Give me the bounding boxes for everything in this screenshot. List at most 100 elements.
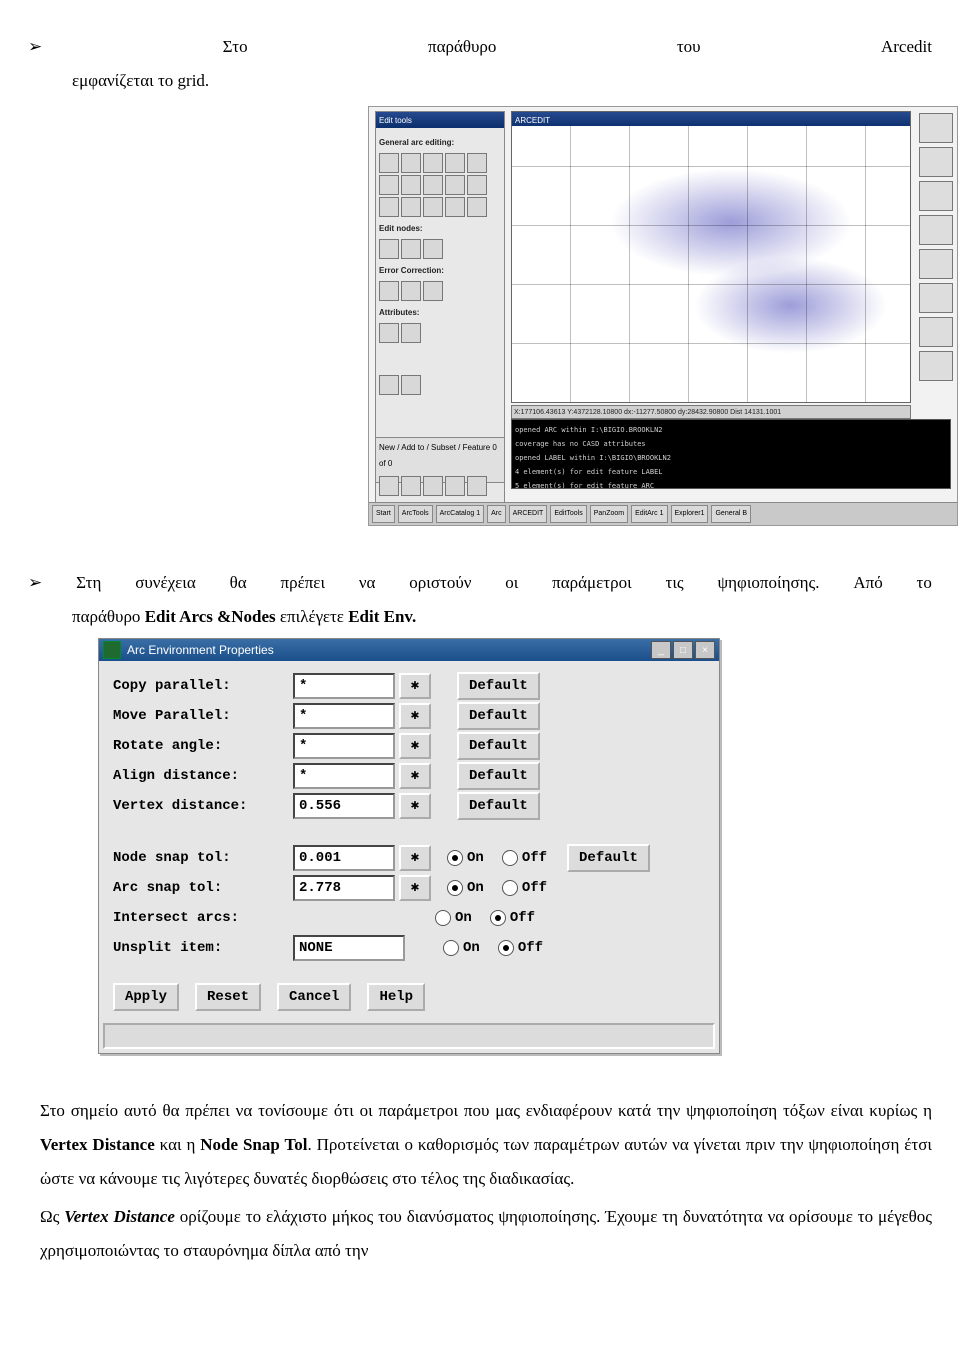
taskbar-button[interactable]: General B [711,505,751,523]
panzoom-button[interactable] [919,215,953,245]
reset-button[interactable]: Reset [195,983,261,1011]
tool-button[interactable] [423,175,443,195]
tool-button[interactable] [423,153,443,173]
radio-node-off[interactable] [502,850,518,866]
tool-button[interactable] [401,197,421,217]
crosshair-button[interactable]: ✱ [399,875,431,901]
panzoom-button[interactable] [919,249,953,279]
help-button[interactable]: Help [367,983,425,1011]
cursor-button[interactable] [445,476,465,496]
default-button[interactable]: Default [457,762,540,790]
radio-unsplit-on[interactable] [443,940,459,956]
radio-intersect-on[interactable] [435,910,451,926]
map-canvas[interactable] [512,126,910,402]
tool-button[interactable] [401,323,421,343]
tool-button[interactable] [445,175,465,195]
panzoom-button[interactable] [919,351,953,381]
input-align-distance[interactable]: * [293,763,395,789]
default-button[interactable]: Default [457,792,540,820]
taskbar-button[interactable]: PanZoom [590,505,628,523]
tool-button[interactable] [379,239,399,259]
p2-w: οριστούν [409,566,471,600]
taskbar-button[interactable]: Arc [487,505,506,523]
label-copy-parallel: Copy parallel: [113,672,293,700]
label-intersect-arcs: Intersect arcs: [113,904,293,932]
bp1-a: Στο σημείο αυτό θα πρέπει να τονίσουμε ό… [40,1101,932,1120]
tool-button[interactable] [423,281,443,301]
radio-unsplit-off[interactable] [498,940,514,956]
tool-button[interactable] [379,175,399,195]
p2-w: να [359,566,376,600]
radio-node-on[interactable] [447,850,463,866]
radio-label-on: On [467,874,484,902]
crosshair-button[interactable]: ✱ [399,733,431,759]
taskbar-button[interactable]: ArcTools [398,505,433,523]
tool-button[interactable] [401,175,421,195]
tool-button[interactable] [401,239,421,259]
taskbar-button[interactable]: ARCEDIT [509,505,548,523]
taskbar-button[interactable]: Start [372,505,395,523]
tool-button[interactable] [379,323,399,343]
taskbar-button[interactable]: Explorer1 [671,505,709,523]
tool-button[interactable] [445,153,465,173]
panzoom-button[interactable] [919,283,953,313]
input-rotate-angle[interactable]: * [293,733,395,759]
default-button[interactable]: Default [457,702,540,730]
cursor-button[interactable] [423,476,443,496]
panzoom-button[interactable] [919,317,953,347]
input-copy-parallel[interactable]: * [293,673,395,699]
default-button[interactable]: Default [457,732,540,760]
maximize-button[interactable]: □ [673,641,693,659]
crosshair-button[interactable]: ✱ [399,793,431,819]
cursor-button[interactable] [401,476,421,496]
tool-button[interactable] [467,153,487,173]
crosshair-button[interactable]: ✱ [399,673,431,699]
crosshair-button[interactable]: ✱ [399,703,431,729]
taskbar-button[interactable]: EditArc 1 [631,505,667,523]
cursor-button[interactable] [467,476,487,496]
panzoom-button[interactable] [919,147,953,177]
tool-button[interactable] [401,153,421,173]
radio-arc-off[interactable] [502,880,518,896]
radio-intersect-off[interactable] [490,910,506,926]
input-vertex-distance[interactable]: 0.556 [293,793,395,819]
panzoom-button[interactable] [919,113,953,143]
input-move-parallel[interactable]: * [293,703,395,729]
default-button[interactable]: Default [457,672,540,700]
tool-button[interactable] [401,375,421,395]
taskbar-button[interactable]: EditTools [550,505,586,523]
bp2-bold-vertex: Vertex Distance [64,1207,175,1226]
taskbar-button[interactable]: ArcCatalog 1 [436,505,484,523]
cursor-button[interactable] [379,476,399,496]
minimize-button[interactable]: _ [651,641,671,659]
tool-button[interactable] [423,239,443,259]
apply-button[interactable]: Apply [113,983,179,1011]
default-button[interactable]: Default [567,844,650,872]
tool-button[interactable] [379,197,399,217]
tool-button[interactable] [379,281,399,301]
radio-arc-on[interactable] [447,880,463,896]
panzoom-button[interactable] [919,181,953,211]
tool-button[interactable] [467,197,487,217]
input-arc-snap-tol[interactable]: 2.778 [293,875,395,901]
tool-button[interactable] [467,175,487,195]
label-unsplit-item: Unsplit item: [113,934,293,962]
crosshair-button[interactable]: ✱ [399,845,431,871]
p1-w4: Arcedit [881,30,932,64]
tool-button[interactable] [379,153,399,173]
cursor-options-panel: New / Add to / Subset / Feature 0 of 0 [375,437,505,483]
cancel-button[interactable]: Cancel [277,983,351,1011]
tool-button[interactable] [445,197,465,217]
dialog-title: Arc Environment Properties [127,643,274,657]
tool-button[interactable] [401,281,421,301]
p2-w: τις [666,566,684,600]
crosshair-button[interactable]: ✱ [399,763,431,789]
label-general-arc-editing: General arc editing: [379,135,501,151]
tool-button[interactable] [423,197,443,217]
tool-button[interactable] [379,375,399,395]
label-vertex-distance: Vertex distance: [113,792,293,820]
input-node-snap-tol[interactable]: 0.001 [293,845,395,871]
p2-w: πρέπει [281,566,326,600]
close-button[interactable]: × [695,641,715,659]
input-unsplit-item[interactable]: NONE [293,935,405,961]
